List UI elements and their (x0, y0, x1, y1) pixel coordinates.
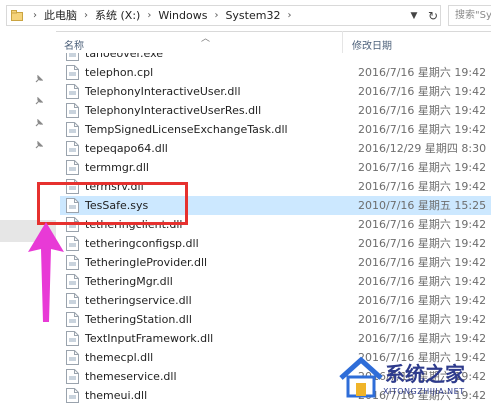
file-name: TetheringMgr.dll (85, 275, 173, 288)
file-row[interactable]: tahoeover.exe (60, 53, 491, 63)
annotation-highlight-box (37, 182, 188, 225)
watermark-url: XITONGZHIJIA.NET (383, 387, 465, 396)
file-name: TempSignedLicenseExchangeTask.dll (85, 123, 288, 136)
file-name: termmgr.dll (85, 161, 149, 174)
pin-icon[interactable] (34, 75, 43, 84)
file-icon (66, 388, 79, 403)
annotation-arrow-icon (28, 222, 64, 322)
file-row[interactable]: TempSignedLicenseExchangeTask.dll 2016/7/… (60, 120, 491, 139)
column-divider[interactable] (342, 31, 343, 53)
watermark-title: 系统之家 (385, 362, 465, 386)
file-name: TetheringStation.dll (85, 313, 192, 326)
file-date: 2016/7/16 星期六 19:42 (358, 104, 487, 117)
file-row[interactable]: TetheringStation.dll 2016/7/16 星期六 19:42 (60, 310, 491, 329)
breadcrumb-drive[interactable]: 系统 (X:) (95, 6, 140, 25)
breadcrumb-this-pc[interactable]: 此电脑 (44, 6, 77, 25)
file-name: TelephonyInteractiveUserRes.dll (85, 104, 262, 117)
address-toolbar: › 此电脑 › 系统 (X:) › Windows › System32 › ▼… (0, 0, 491, 32)
file-date: 2016/7/16 星期六 19:42 (358, 256, 487, 269)
file-date: 2016/7/16 星期六 19:42 (358, 275, 487, 288)
file-row[interactable]: telephon.cpl 2016/7/16 星期六 19:42 (60, 63, 491, 82)
file-date: 2016/7/16 星期六 19:42 (358, 180, 487, 193)
column-header: 名称 ︿ 修改日期 (56, 31, 491, 53)
file-name: themeui.dll (85, 389, 148, 402)
column-date-header[interactable]: 修改日期 (352, 37, 392, 52)
breadcrumb: › 此电脑 › 系统 (X:) › Windows › System32 › (26, 6, 298, 25)
file-row[interactable]: tetheringconfigsp.dll 2016/7/16 星期六 19:42 (60, 234, 491, 253)
file-icon (66, 274, 79, 289)
file-date: 2016/7/16 星期六 19:42 (358, 313, 487, 326)
breadcrumb-system32[interactable]: System32 (225, 6, 280, 25)
file-name: tahoeover.exe (85, 53, 164, 60)
column-name-header[interactable]: 名称 (64, 37, 84, 52)
file-date: 2010/7/16 星期五 15:25 (358, 199, 487, 212)
file-date: 2016/7/16 星期六 19:42 (358, 161, 487, 174)
file-icon (66, 255, 79, 270)
file-name: themeservice.dll (85, 370, 177, 383)
scroll-up-icon[interactable] (0, 64, 12, 74)
file-name: tetheringconfigsp.dll (85, 237, 199, 250)
file-row[interactable]: tepeqapo64.dll 2016/12/29 星期四 8:30 (60, 139, 491, 158)
file-name: TetheringIeProvider.dll (85, 256, 208, 269)
pin-icon[interactable] (34, 119, 43, 128)
file-icon (66, 236, 79, 251)
file-date: 2016/7/16 星期六 19:42 (358, 332, 487, 345)
file-date: 2016/7/16 星期六 19:42 (358, 66, 487, 79)
file-date: 2016/7/16 星期六 19:42 (358, 294, 487, 307)
file-name: TelephonyInteractiveUser.dll (85, 85, 241, 98)
address-bar[interactable]: › 此电脑 › 系统 (X:) › Windows › System32 › ▼… (6, 5, 441, 26)
pin-icon[interactable] (34, 141, 43, 150)
file-row[interactable]: tetheringservice.dll 2016/7/16 星期六 19:42 (60, 291, 491, 310)
sort-ascending-icon: ︿ (201, 34, 211, 44)
file-icon (66, 65, 79, 80)
breadcrumb-separator-icon[interactable]: › (280, 6, 298, 25)
file-explorer-window: › 此电脑 › 系统 (X:) › Windows › System32 › ▼… (0, 0, 491, 405)
refresh-icon[interactable]: ↻ (425, 6, 441, 25)
file-date: 2016/7/16 星期六 19:42 (358, 237, 487, 250)
file-row[interactable]: termmgr.dll 2016/7/16 星期六 19:42 (60, 158, 491, 177)
breadcrumb-separator-icon[interactable]: › (140, 6, 158, 25)
file-name: telephon.cpl (85, 66, 154, 79)
file-icon (66, 53, 79, 61)
folder-location-icon[interactable] (10, 9, 24, 22)
file-date: 2016/7/16 星期六 19:42 (358, 218, 487, 231)
breadcrumb-separator-icon[interactable]: › (26, 6, 44, 25)
file-row[interactable]: TetheringMgr.dll 2016/7/16 星期六 19:42 (60, 272, 491, 291)
breadcrumb-windows[interactable]: Windows (158, 6, 207, 25)
file-icon (66, 312, 79, 327)
pin-icon[interactable] (34, 97, 43, 106)
file-icon (66, 369, 79, 384)
file-icon (66, 141, 79, 156)
file-icon (66, 331, 79, 346)
breadcrumb-separator-icon[interactable]: › (207, 6, 225, 25)
file-date: 2016/7/16 星期六 19:42 (358, 85, 487, 98)
file-name: tepeqapo64.dll (85, 142, 168, 155)
file-icon (66, 160, 79, 175)
file-date: 2016/12/29 星期四 8:30 (358, 142, 487, 155)
file-name: themecpl.dll (85, 351, 154, 364)
file-row[interactable]: TelephonyInteractiveUser.dll 2016/7/16 星期… (60, 82, 491, 101)
file-icon (66, 84, 79, 99)
chevron-down-icon[interactable]: ▼ (407, 6, 421, 25)
file-name: TextInputFramework.dll (85, 332, 214, 345)
watermark: 系统之家 XITONGZHIJIA.NET (335, 350, 491, 405)
file-icon (66, 103, 79, 118)
file-row[interactable]: TetheringIeProvider.dll 2016/7/16 星期六 19:… (60, 253, 491, 272)
breadcrumb-separator-icon[interactable]: › (77, 6, 95, 25)
file-date: 2016/7/16 星期六 19:42 (358, 123, 487, 136)
house-logo-icon (339, 356, 383, 398)
file-row[interactable]: TelephonyInteractiveUserRes.dll 2016/7/16… (60, 101, 491, 120)
file-row[interactable]: TextInputFramework.dll 2016/7/16 星期六 19:4… (60, 329, 491, 348)
file-icon (66, 122, 79, 137)
file-name: tetheringservice.dll (85, 294, 192, 307)
file-icon (66, 350, 79, 365)
file-icon (66, 293, 79, 308)
search-input[interactable]: 搜索"System32" (448, 5, 491, 26)
